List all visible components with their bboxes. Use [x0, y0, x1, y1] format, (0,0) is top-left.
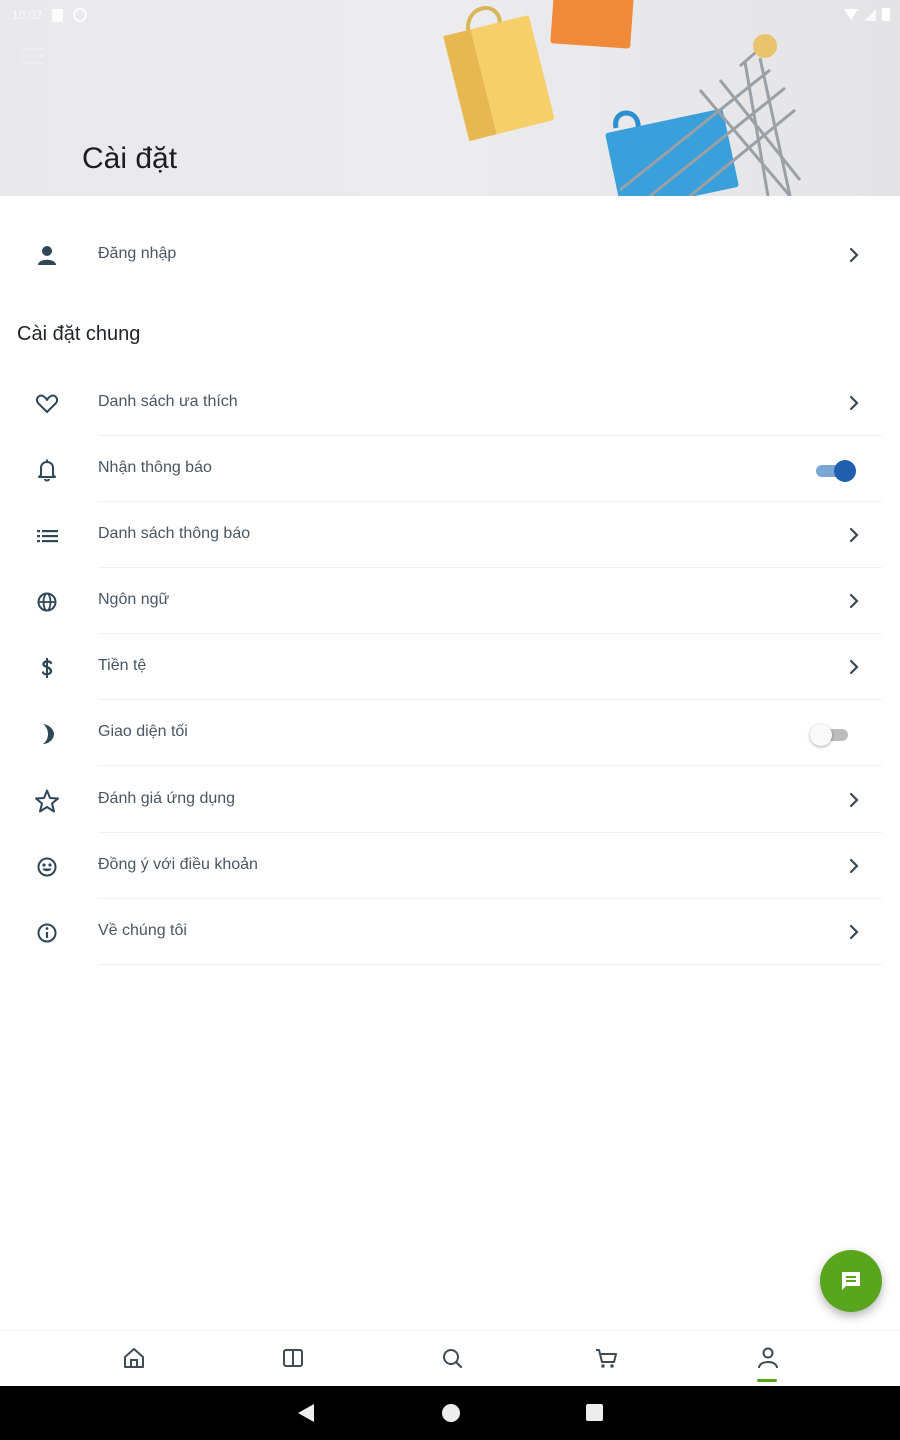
info-icon: [37, 923, 57, 943]
notifications-toggle[interactable]: [814, 460, 856, 482]
settings-item-notification-list[interactable]: Danh sách thông báo: [0, 502, 900, 568]
settings-item-terms[interactable]: Đồng ý với điều khoản: [0, 833, 900, 899]
settings-item-rate-app[interactable]: Đánh giá ứng dụng: [0, 767, 900, 833]
recent-apps-icon[interactable]: [586, 1404, 603, 1421]
cart-icon: [596, 1349, 617, 1368]
home-circle-icon[interactable]: [442, 1404, 460, 1422]
settings-item-label: Ngôn ngữ: [98, 591, 170, 608]
divider: [98, 765, 882, 766]
login-label: Đăng nhập: [98, 245, 177, 262]
sd-card-icon: [52, 8, 64, 22]
moon-icon: [43, 724, 54, 744]
battery-icon: [882, 8, 890, 21]
section-title: Cài đặt chung: [17, 323, 141, 345]
chat-fab-button[interactable]: [820, 1250, 882, 1312]
nav-categories[interactable]: [278, 1345, 306, 1373]
chevron-right-icon: [849, 593, 859, 609]
list-icon: [37, 530, 58, 543]
settings-item-currency[interactable]: Tiền tệ: [0, 634, 900, 700]
sync-icon: [73, 8, 88, 22]
settings-item-about[interactable]: Về chúng tôi: [0, 899, 900, 965]
settings-item-label: Danh sách thông báo: [98, 525, 251, 542]
chevron-right-icon: [849, 659, 859, 675]
settings-item-language[interactable]: Ngôn ngữ: [0, 568, 900, 634]
settings-item-label: Về chúng tôi: [98, 922, 187, 939]
settings-item-label: Nhận thông báo: [98, 459, 212, 476]
nav-active-indicator: [757, 1379, 777, 1382]
login-row[interactable]: Đăng nhập: [0, 222, 900, 288]
search-icon: [443, 1349, 463, 1369]
category-icon: [283, 1349, 303, 1367]
settings-item-label: Giao diện tối: [98, 723, 188, 740]
heart-icon: [35, 394, 59, 413]
settings-item-label: Đánh giá ứng dụng: [98, 790, 236, 807]
dark-mode-toggle[interactable]: [810, 724, 852, 746]
settings-item-notifications: Nhận thông báo: [0, 436, 900, 502]
settings-item-label: Tiền tệ: [98, 657, 147, 674]
person-icon: [38, 246, 56, 265]
settings-item-label: Đồng ý với điều khoản: [98, 856, 258, 873]
chevron-right-icon: [849, 858, 859, 874]
status-bar: 10:02: [0, 0, 900, 30]
nav-home[interactable]: [119, 1345, 147, 1373]
nav-cart[interactable]: [591, 1345, 619, 1373]
system-navigation-bar: [0, 1386, 900, 1440]
dollar-icon: [41, 658, 53, 678]
account-icon: [758, 1347, 778, 1369]
bell-icon: [38, 459, 56, 482]
menu-icon[interactable]: [22, 48, 44, 64]
chevron-right-icon: [849, 924, 859, 940]
chevron-right-icon: [849, 792, 859, 808]
nav-search[interactable]: [437, 1345, 465, 1373]
globe-icon: [37, 592, 57, 612]
chevron-right-icon: [849, 247, 859, 263]
settings-item-label: Danh sách ưa thích: [98, 393, 238, 410]
home-icon: [124, 1348, 144, 1368]
smile-icon: [37, 857, 57, 877]
nav-account[interactable]: [753, 1345, 781, 1373]
signal-icon: [864, 8, 876, 21]
back-icon[interactable]: [298, 1404, 314, 1422]
wifi-icon: [844, 9, 858, 20]
settings-item-dark-mode: Giao diện tối: [0, 700, 900, 766]
status-time: 10:02: [12, 8, 43, 22]
page-title: Cài đặt: [82, 142, 178, 175]
settings-item-favorites[interactable]: Danh sách ưa thích: [0, 370, 900, 436]
chevron-right-icon: [849, 395, 859, 411]
header-banner: 10:02 Cài đặt: [0, 0, 900, 196]
chat-icon: [842, 1272, 860, 1290]
bottom-navigation: [0, 1330, 900, 1386]
divider: [98, 964, 882, 965]
chevron-right-icon: [849, 527, 859, 543]
star-icon: [35, 789, 59, 813]
